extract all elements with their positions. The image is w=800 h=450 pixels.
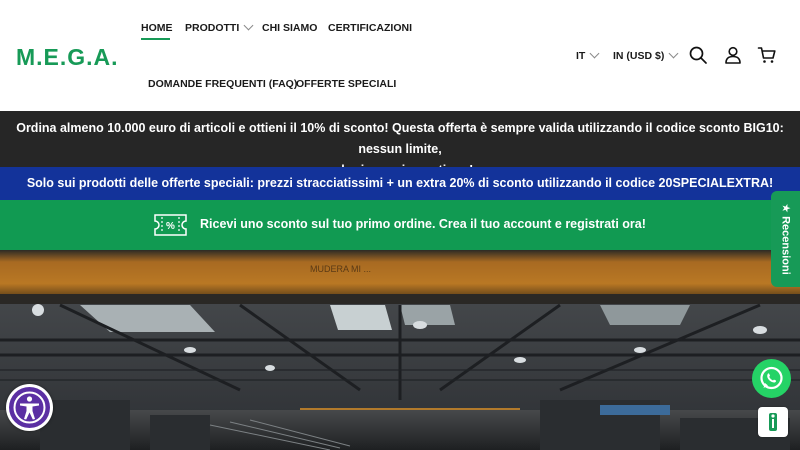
coupon-icon: % (153, 213, 188, 237)
reviews-tab[interactable]: ★ Recensioni (771, 191, 800, 287)
help-button[interactable] (758, 407, 788, 437)
nav-certificazioni[interactable]: CERTIFICAZIONI (328, 22, 412, 34)
svg-text:%: % (166, 221, 175, 232)
promo-banner-big10: Ordina almeno 10.000 euro di articoli e … (0, 111, 800, 177)
nav-faq[interactable]: DOMANDE FREQUENTI (FAQ) (148, 78, 297, 90)
cart-icon[interactable] (757, 45, 777, 65)
promo-line-1: Ordina almeno 10.000 euro di articoli e … (16, 121, 784, 156)
nav-active-indicator (141, 38, 170, 40)
site-header: M.E.G.A. HOME PRODOTTI CHI SIAMO CERTIFI… (0, 0, 800, 111)
search-icon[interactable] (688, 45, 708, 65)
nav-home[interactable]: HOME (141, 22, 173, 34)
nav-offerte-speciali[interactable]: OFFERTE SPECIALI (296, 78, 396, 90)
accessibility-button[interactable] (6, 384, 53, 431)
whatsapp-button[interactable] (752, 359, 791, 398)
language-value: IT (576, 50, 586, 62)
currency-value: IN (USD $) (613, 50, 665, 62)
accessibility-icon (9, 387, 50, 428)
language-selector[interactable]: IT (576, 48, 600, 62)
site-logo[interactable]: M.E.G.A. (16, 44, 119, 71)
chevron-down-icon (589, 48, 600, 59)
chevron-down-icon (668, 48, 679, 59)
signup-text: Ricevi uno sconto sul tuo primo ordine. … (200, 217, 646, 231)
info-icon (769, 413, 777, 431)
nav-chi-siamo[interactable]: CHI SIAMO (262, 22, 317, 34)
signup-banner[interactable]: % Ricevi uno sconto sul tuo primo ordine… (0, 200, 800, 250)
reviews-label: ★ Recensioni (779, 203, 791, 275)
whatsapp-icon (760, 366, 783, 390)
nav-prodotti[interactable]: PRODOTTI (185, 20, 254, 34)
crane-text: MUDERA MI ... (310, 264, 371, 274)
account-icon[interactable] (723, 45, 743, 65)
currency-selector[interactable]: IN (USD $) (613, 48, 679, 62)
nav-prodotti-label: PRODOTTI (185, 22, 240, 34)
promo-banner-special: Solo sui prodotti delle offerte speciali… (0, 167, 800, 200)
chevron-down-icon (243, 20, 254, 31)
hero-image: MUDERA MI ... (0, 250, 800, 450)
